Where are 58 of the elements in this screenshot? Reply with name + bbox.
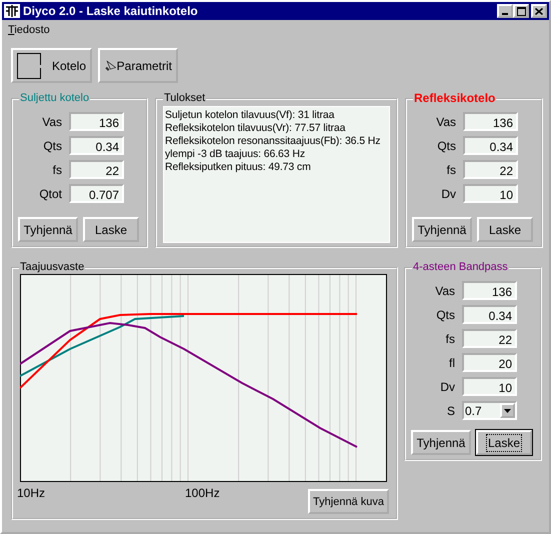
clear-button[interactable]: Tyhjennä [412, 217, 472, 242]
field-label: S [446, 404, 455, 418]
input-field[interactable]: 0.34 [463, 136, 518, 155]
result-line: Refleksikotelon resonanssitaajuus(Fb): 36.5 Hz [165, 135, 382, 148]
field-label: fs [52, 162, 62, 176]
clear-button[interactable]: Tyhjennä [411, 430, 471, 455]
input-field[interactable]: 136 [462, 281, 517, 300]
field-label: Qts [435, 308, 455, 322]
input-field[interactable]: 20 [462, 353, 517, 372]
result-line: Refleksiputken pituus: 49.73 cm [165, 161, 312, 174]
parameters-button[interactable]: Parametrit [98, 48, 178, 83]
input-field[interactable]: 22 [463, 160, 518, 179]
menu-item[interactable]: Tiedosto [8, 24, 50, 36]
window-title: Diyco 2.0 - Laske kaiutinkotelo [23, 4, 199, 18]
dropdown[interactable]: 0.7 [462, 401, 517, 420]
input-field[interactable]: 10 [463, 184, 518, 203]
result-line: ylempi -3 dB taajuus: 66.63 Hz [165, 148, 306, 161]
input-field[interactable]: 22 [462, 329, 517, 348]
field-label: Vas [434, 284, 455, 298]
calculate-button[interactable]: Laske [477, 217, 533, 242]
close-button[interactable] [531, 4, 547, 18]
enclosure-button[interactable]: Kotelo [11, 48, 92, 83]
maximize-icon [516, 6, 526, 16]
group-title: 4-asteen Bandpass [412, 261, 509, 273]
field-label: Qts [42, 138, 62, 152]
group-title: Refleksikotelo [413, 91, 496, 105]
field-label: fl [448, 356, 455, 370]
close-icon [535, 8, 543, 14]
input-field[interactable]: 22 [69, 160, 124, 179]
group-title: Tulokset [163, 92, 206, 104]
minimize-button[interactable] [497, 4, 513, 18]
calculate-button[interactable]: Laske [83, 217, 139, 242]
axis-label: 10Hz [17, 486, 46, 500]
input-field[interactable]: 10 [462, 377, 517, 396]
input-field[interactable]: 0.34 [69, 136, 124, 155]
field-label: Vas [41, 114, 62, 128]
input-field[interactable]: 136 [69, 112, 124, 131]
calculate-button[interactable]: Laske [476, 430, 532, 455]
result-line: Suljetun kotelon tilavuus(Vf): 31 litraa [165, 109, 336, 122]
result-line: Refleksikotelon tilavuus(Vr): 77.57 litraa [165, 122, 346, 135]
group-title: Suljettu kotelo [19, 92, 90, 104]
field-label: Qtot [38, 186, 62, 200]
input-field[interactable]: 0.707 [69, 184, 124, 203]
field-label: Qts [436, 138, 456, 152]
field-label: Dv [440, 186, 456, 200]
app-icon [4, 4, 20, 18]
clear-button[interactable]: Tyhjennä [18, 217, 78, 242]
box-icon [17, 52, 41, 78]
field-label: fs [444, 332, 455, 346]
input-field[interactable]: 0.34 [462, 305, 517, 324]
maximize-button[interactable] [513, 4, 529, 18]
field-label: fs [446, 162, 456, 176]
field-label: Dv [439, 380, 455, 394]
clear-plot-button[interactable]: Tyhjennä kuva [308, 489, 389, 514]
axis-label: 100Hz [185, 486, 220, 500]
group-title: Taajuusvaste [19, 261, 86, 273]
input-field[interactable]: 136 [463, 112, 518, 131]
field-label: Vas [435, 114, 456, 128]
